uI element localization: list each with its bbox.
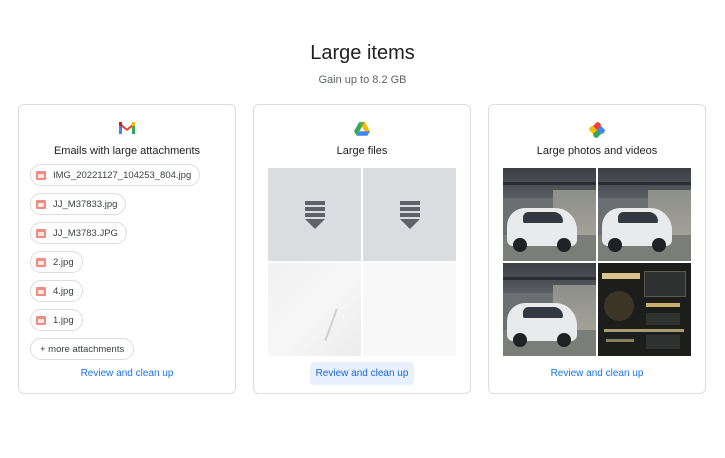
file-thumbnail[interactable] (268, 168, 361, 261)
google-photos-icon (489, 122, 705, 138)
review-and-clean-up-button[interactable]: Review and clean up (309, 362, 415, 385)
card-title: Large photos and videos (536, 145, 658, 157)
file-thumbnail[interactable] (268, 263, 361, 356)
page-subtitle: Gain up to 8.2 GB (318, 74, 407, 86)
attachment-name: 2.jpg (53, 256, 74, 268)
photos-large-media-card: Large photos and videos Review and clean… (488, 104, 706, 394)
attachment-chip[interactable]: JJ_M37833.jpg (30, 193, 127, 215)
large-photos-grid (503, 168, 692, 357)
attachment-chip[interactable]: 4.jpg (30, 280, 83, 302)
google-drive-icon (254, 122, 470, 138)
image-file-icon (36, 228, 46, 238)
attachment-chip[interactable]: 2.jpg (30, 251, 83, 273)
review-and-clean-up-button[interactable]: Review and clean up (545, 362, 650, 385)
attachment-name: JJ_M3783.JPG (53, 227, 118, 239)
photo-thumbnail[interactable] (503, 263, 596, 356)
review-container: Review and clean up (19, 362, 235, 385)
image-file-icon (36, 199, 46, 209)
attachment-name: JJ_M37833.jpg (53, 198, 118, 210)
gmail-large-attachments-card: Emails with large attachments IMG_202211… (18, 104, 236, 394)
attachment-chip[interactable]: JJ_M3783.JPG (30, 222, 127, 244)
review-container: Review and clean up (254, 362, 470, 385)
page-title: Large items (310, 42, 415, 64)
image-file-icon (36, 286, 46, 296)
attachment-chip[interactable]: IMG_20221127_104253_804.jpg (30, 164, 201, 186)
card-title: Emails with large attachments (53, 145, 201, 157)
download-file-icon (399, 200, 420, 229)
image-file-icon (36, 257, 46, 267)
review-container: Review and clean up (489, 362, 705, 385)
card-title: Large files (336, 145, 388, 157)
attachment-list: IMG_20221127_104253_804.jpg JJ_M37833.jp… (30, 164, 227, 367)
more-attachments-chip[interactable]: + more attachments (30, 338, 135, 360)
drive-large-files-card: Large files Review and clean up (253, 104, 471, 394)
attachment-name: 4.jpg (53, 285, 74, 297)
image-file-icon (36, 170, 46, 180)
gmail-icon (19, 122, 235, 138)
photo-thumbnail[interactable] (503, 168, 596, 261)
attachment-name: 1.jpg (53, 314, 74, 326)
large-files-grid (268, 168, 457, 357)
photo-thumbnail[interactable] (598, 263, 691, 356)
image-file-icon (36, 315, 46, 325)
attachment-chip[interactable]: 1.jpg (30, 309, 83, 331)
download-file-icon (304, 200, 325, 229)
attachment-name: IMG_20221127_104253_804.jpg (53, 169, 192, 181)
file-thumbnail[interactable] (363, 168, 456, 261)
photo-thumbnail[interactable] (598, 168, 691, 261)
file-thumbnail[interactable] (363, 263, 456, 356)
review-and-clean-up-button[interactable]: Review and clean up (75, 362, 180, 385)
